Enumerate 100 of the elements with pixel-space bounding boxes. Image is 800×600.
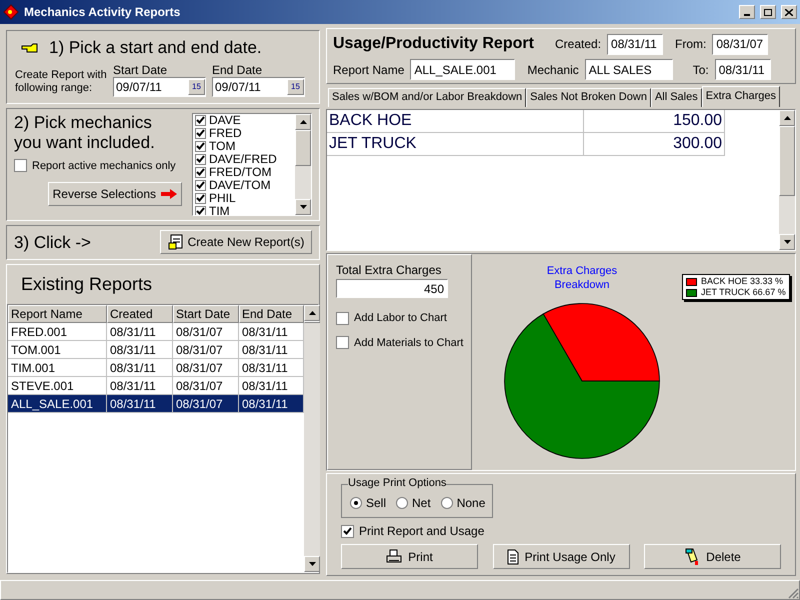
radio-label[interactable]: Net	[412, 494, 431, 512]
mechanic-item[interactable]: PHIL	[209, 192, 236, 204]
from-field[interactable]: 08/31/07	[712, 34, 768, 54]
mechanic-item[interactable]: FRED	[209, 126, 242, 140]
checkbox[interactable]	[195, 140, 206, 152]
group-title: Usage Print Options	[348, 477, 446, 490]
report-row[interactable]: TIM.001 08/31/11 08/31/07 08/31/11	[8, 359, 304, 377]
column-header[interactable]: Report Name	[8, 305, 107, 323]
created-field[interactable]: 08/31/11	[607, 34, 664, 54]
mechanic-item[interactable]: TIM	[209, 204, 230, 214]
table-cell: 08/31/07	[173, 395, 239, 413]
table-cell: 08/31/11	[107, 341, 173, 359]
tab[interactable]: Sales w/BOM and/or Labor Breakdown	[328, 88, 526, 107]
legend-swatch	[686, 288, 697, 296]
table-cell: FRED.001	[8, 323, 107, 341]
print-button[interactable]: Print	[341, 544, 478, 569]
mechanic-item[interactable]: TOM	[209, 140, 236, 152]
chart-title: Extra Charges Breakdown	[546, 264, 618, 292]
checkbox[interactable]	[341, 524, 354, 538]
report-name-field[interactable]: ALL_SALE.001	[410, 59, 516, 80]
scroll-up-icon	[300, 120, 306, 124]
table-cell: ALL_SALE.001	[8, 395, 107, 413]
create-report-button[interactable]: Create New Report(s)	[160, 230, 312, 254]
checkbox-label[interactable]: Print Report and Usage	[359, 522, 484, 540]
table-cell: 150.00	[584, 110, 725, 133]
mechanic-item[interactable]: DAVE/TOM	[209, 178, 271, 192]
checkbox[interactable]	[195, 128, 206, 138]
mechanic-item[interactable]: DAVE	[209, 114, 241, 126]
radio-button[interactable]	[396, 497, 408, 509]
to-field[interactable]: 08/31/11	[714, 59, 771, 80]
table-cell: JET TRUCK	[327, 133, 584, 156]
scroll-down-icon	[784, 240, 790, 244]
radio-button[interactable]	[350, 497, 362, 509]
tab[interactable]: Sales Not Broken Down	[526, 88, 651, 107]
field-label: To:	[692, 62, 709, 78]
report-row[interactable]: TOM.001 08/31/11 08/31/07 08/31/11	[8, 341, 304, 359]
minimize-button[interactable]	[739, 5, 755, 19]
reverse-selections-button[interactable]: Reverse Selections	[48, 182, 182, 206]
step-heading: 1) Pick a start and end date.	[49, 37, 262, 59]
checkbox[interactable]	[195, 154, 206, 164]
table-cell: 08/31/11	[107, 359, 173, 377]
checkbox-label[interactable]: Add Labor to Chart	[354, 310, 447, 326]
checkbox[interactable]	[195, 206, 206, 214]
column-header[interactable]: End Date	[239, 305, 304, 323]
checkbox-label[interactable]: Add Materials to Chart	[354, 334, 464, 351]
table-cell: 08/31/07	[173, 359, 239, 377]
report-row[interactable]: ALL_SALE.001 08/31/11 08/31/07 08/31/11	[8, 395, 304, 413]
right-arrow-icon	[161, 189, 177, 199]
scroll-down-icon	[300, 204, 306, 208]
scroll-up-icon	[784, 116, 790, 120]
table-cell: BACK HOE	[327, 110, 584, 133]
table-cell: 08/31/07	[173, 341, 239, 359]
scrollbar[interactable]	[304, 305, 320, 572]
step-heading: 3) Click ->	[14, 232, 91, 254]
radio-label[interactable]: Sell	[366, 494, 386, 512]
checkbox[interactable]	[14, 159, 27, 172]
checkbox[interactable]	[195, 166, 206, 178]
section-title: Existing Reports	[20, 273, 154, 296]
field-label: Mechanic	[527, 62, 579, 78]
eraser-icon	[684, 548, 700, 566]
mechanic-item[interactable]: FRED/TOM	[209, 166, 272, 178]
date-label: Start Date	[113, 62, 168, 76]
total-label: Total Extra Charges	[336, 262, 442, 279]
maximize-button[interactable]	[760, 5, 776, 19]
table-cell: 300.00	[584, 133, 725, 156]
printer-icon	[386, 548, 402, 564]
checkbox[interactable]	[195, 114, 206, 126]
field-label: Report Name	[333, 62, 404, 78]
column-header[interactable]: Created	[107, 305, 173, 323]
field-label: Created:	[555, 36, 602, 53]
scrollbar[interactable]	[779, 110, 795, 250]
delete-button[interactable]: Delete	[644, 544, 781, 569]
checkbox[interactable]	[336, 312, 349, 325]
legend-label: JET TRUCK 66.67 %	[701, 287, 786, 298]
scroll-up-icon	[308, 311, 316, 315]
table-cell: 08/31/11	[107, 323, 173, 341]
resize-grip-icon	[787, 587, 799, 599]
table-cell: TIM.001	[8, 359, 107, 377]
document-icon	[168, 234, 184, 250]
tab[interactable]: All Sales	[650, 88, 702, 107]
table-cell: 08/31/07	[173, 323, 239, 341]
usage-button[interactable]: Print Usage Only	[492, 544, 630, 569]
report-row[interactable]: FRED.001 08/31/11 08/31/07 08/31/11	[8, 323, 304, 341]
scrollbar[interactable]	[295, 114, 311, 214]
close-icon	[785, 8, 793, 16]
checkbox[interactable]	[336, 336, 349, 350]
checkbox[interactable]	[195, 192, 206, 204]
radio-label[interactable]: None	[456, 494, 486, 512]
close-button[interactable]	[781, 5, 797, 19]
radio-button[interactable]	[440, 497, 453, 509]
checkbox-label[interactable]: Report active mechanics only	[32, 158, 176, 174]
total-field[interactable]: 450	[336, 279, 448, 298]
column-header[interactable]: Start Date	[173, 305, 239, 323]
tab[interactable]: Extra Charges	[702, 86, 780, 107]
field-label: From:	[675, 36, 706, 53]
mechanic-item[interactable]: DAVE/FRED	[209, 152, 277, 166]
mechanic-field[interactable]: ALL SALES	[584, 59, 673, 80]
checkbox[interactable]	[195, 180, 206, 190]
app-icon	[3, 4, 19, 20]
table-cell: TOM.001	[8, 341, 107, 359]
